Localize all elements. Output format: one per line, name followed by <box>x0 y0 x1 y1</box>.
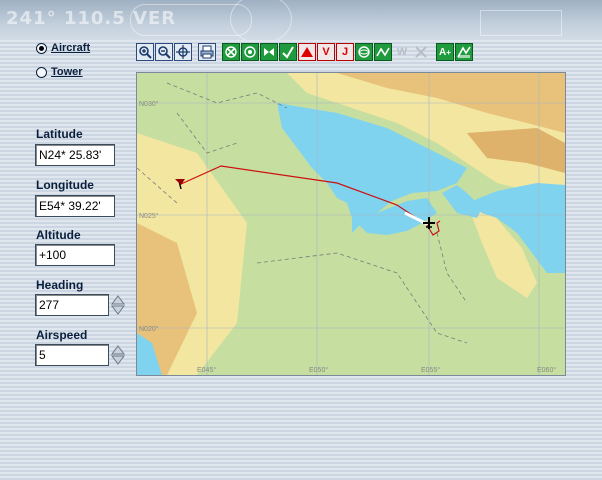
j-filter-button[interactable]: J <box>336 43 354 61</box>
grid-label-e050: E050° <box>309 366 328 374</box>
vor-icon <box>244 46 256 58</box>
wind-icon <box>415 46 427 58</box>
heading-label: Heading <box>36 278 84 292</box>
radio-tower-dot[interactable] <box>36 66 47 78</box>
j-label: J <box>341 46 349 58</box>
airport-icon <box>225 46 237 58</box>
map-layers-button[interactable] <box>455 43 473 61</box>
banner-text: 241° 110.5 VER <box>6 8 177 29</box>
grid-label-e045: E045° <box>197 366 216 374</box>
radio-tower[interactable]: Tower <box>36 66 83 78</box>
wind-filter-button[interactable] <box>412 43 430 61</box>
grid-label-n020: N020° <box>139 325 159 333</box>
ils-icon <box>264 48 274 56</box>
v-label: V <box>322 46 330 58</box>
layers-icon <box>457 46 471 58</box>
ndb-filter-button[interactable] <box>298 43 316 61</box>
airspeed-label: Airspeed <box>36 328 88 342</box>
grid-label-e060: E060° <box>537 366 556 374</box>
airway-icon <box>376 47 390 57</box>
latitude-label: Latitude <box>36 127 83 141</box>
printer-icon <box>200 45 214 59</box>
red-triangle-icon <box>301 47 313 57</box>
zoom-in-icon <box>139 46 152 59</box>
vor-filter-button[interactable] <box>241 43 259 61</box>
label-toggle-button[interactable]: A + <box>436 43 454 61</box>
zoom-out-icon <box>158 46 171 59</box>
latitude-field[interactable]: N24* 25.83' <box>35 144 115 166</box>
header-banner: 241° 110.5 VER <box>0 0 602 40</box>
zoom-out-button[interactable] <box>155 43 173 61</box>
center-target-icon <box>176 45 190 59</box>
spinner-arrows-icon[interactable] <box>111 295 125 315</box>
airport-filter-button[interactable] <box>222 43 240 61</box>
banner-decoration-box <box>480 10 562 36</box>
center-button[interactable] <box>174 43 192 61</box>
spinner-arrows-icon[interactable] <box>111 345 125 365</box>
map-toolbar: V J W A + <box>136 43 473 61</box>
map-canvas[interactable]: N030° N025° N020° E045° E050° E055° E060… <box>137 73 565 375</box>
print-button[interactable] <box>198 43 216 61</box>
w-label: W <box>396 46 408 58</box>
ils-filter-button[interactable] <box>260 43 278 61</box>
altitude-field[interactable]: +100 <box>35 244 115 266</box>
grid-label-n030: N030° <box>139 100 159 108</box>
heading-field[interactable]: 277 <box>35 294 109 316</box>
radio-aircraft[interactable]: Aircraft <box>36 42 90 54</box>
airspeed-spinner[interactable] <box>111 345 125 365</box>
heading-spinner[interactable] <box>111 295 125 315</box>
longitude-label: Longitude <box>36 178 94 192</box>
label-tool-text: A <box>439 46 447 58</box>
airway-filter-button[interactable] <box>374 43 392 61</box>
zoom-in-button[interactable] <box>136 43 154 61</box>
grid-label-e055: E055° <box>421 366 440 374</box>
grid-label-n025: N025° <box>139 212 159 220</box>
radio-tower-label: Tower <box>51 66 83 78</box>
terrain-filter-button[interactable] <box>355 43 373 61</box>
route-filter-button[interactable] <box>279 43 297 61</box>
airspeed-field[interactable]: 5 <box>35 344 109 366</box>
radio-aircraft-label: Aircraft <box>51 42 91 54</box>
globe-icon <box>358 46 370 58</box>
altitude-label: Altitude <box>36 228 81 242</box>
longitude-field[interactable]: E54* 39.22' <box>35 195 115 217</box>
v-filter-button[interactable]: V <box>317 43 335 61</box>
banner-decoration-circle <box>230 0 292 40</box>
map-view[interactable]: N030° N025° N020° E045° E050° E055° E060… <box>136 72 566 376</box>
weather-filter-button[interactable]: W <box>393 43 411 61</box>
radio-aircraft-dot[interactable] <box>36 42 47 54</box>
check-route-icon <box>282 46 294 59</box>
